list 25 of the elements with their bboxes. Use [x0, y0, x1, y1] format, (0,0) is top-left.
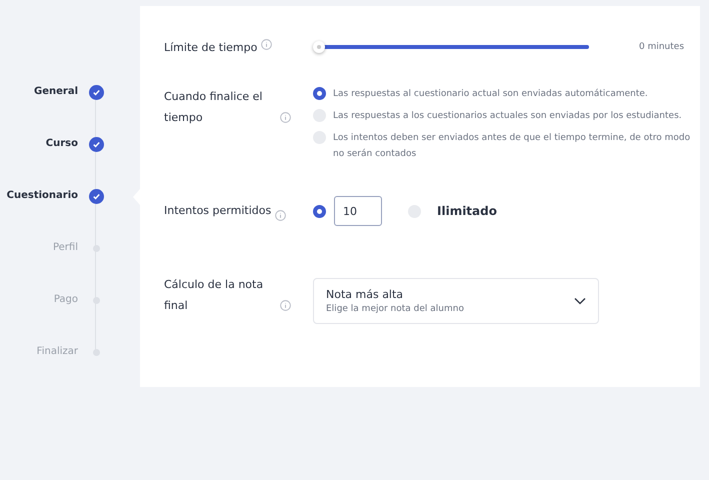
- info-icon[interactable]: [280, 112, 291, 123]
- check-icon: [88, 188, 104, 204]
- info-icon[interactable]: [261, 39, 272, 50]
- step-label[interactable]: Curso: [0, 137, 78, 151]
- option-label: Las respuestas al cuestionario actual son enviadas automáticamente.: [333, 88, 649, 101]
- info-icon[interactable]: [280, 300, 291, 311]
- radio-button[interactable]: [313, 204, 326, 218]
- field-label: Cálculo de la nota final: [164, 277, 264, 314]
- chevron-down-icon: [574, 297, 586, 305]
- slider-reading: 0 minutes: [639, 42, 684, 52]
- field-label: Intentos permitidos: [164, 203, 272, 219]
- step-label[interactable]: General: [0, 85, 78, 99]
- check-icon: [88, 136, 104, 152]
- option-label: Las respuestas a los cuestionarios actuales son enviadas por los estudiantes.: [333, 110, 683, 123]
- info-icon[interactable]: [275, 210, 286, 221]
- check-icon: [88, 84, 104, 100]
- field-label: Cuando finalice el tiempo: [164, 89, 264, 126]
- option-label: Ilimitado: [437, 204, 497, 218]
- radio-button[interactable]: [313, 87, 326, 100]
- field-label: Límite de tiempo: [164, 40, 258, 56]
- slider-thumb[interactable]: [313, 41, 325, 53]
- grading-dropdown[interactable]: Nota más alta Elige la mejor nota del alumno: [313, 278, 599, 324]
- attempts-input[interactable]: 10: [334, 196, 382, 226]
- step-label[interactable]: Cuestionario: [0, 189, 78, 203]
- option-label: Los intentos deben ser enviados antes de que el tiempo termine, de otro modo no serán contados: [333, 132, 692, 161]
